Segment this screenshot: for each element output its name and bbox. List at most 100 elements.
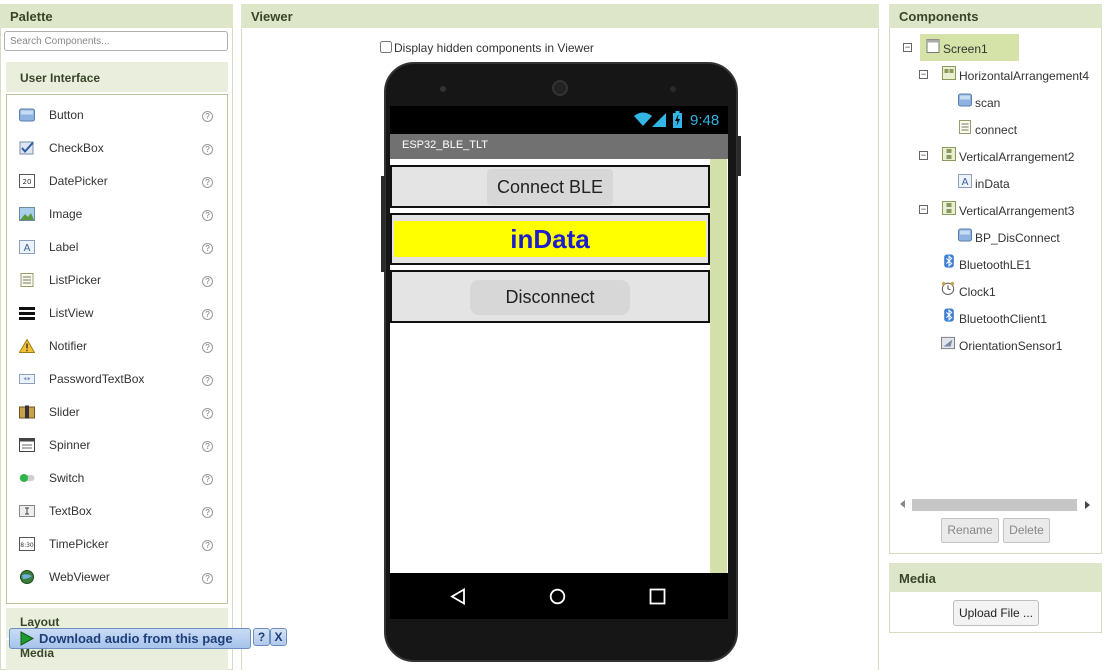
collapse-icon[interactable]: − [919,70,928,79]
hidden-components-checkbox[interactable] [380,41,392,53]
tree-item-bluetoothle1[interactable]: BluetoothLE1 [900,254,1100,276]
svg-text:20: 20 [23,178,32,186]
delete-label: Delete [1009,523,1044,537]
help-icon[interactable]: ? [202,342,213,353]
download-audio-bar[interactable]: Download audio from this page [9,628,251,649]
collapse-icon[interactable]: − [919,151,928,160]
download-audio-label: Download audio from this page [39,631,233,646]
disconnect-button[interactable]: Disconnect [470,280,630,315]
button-icon [958,93,972,107]
help-icon[interactable]: ? [202,573,213,584]
button-icon [958,228,972,242]
notifier-icon [19,339,35,353]
help-icon[interactable]: ? [202,243,213,254]
palette-item-webviewer[interactable]: WebViewer ? [7,560,227,593]
tree-item-verticalarrangement2[interactable]: − VerticalArrangement2 [900,146,1100,168]
palette-item-spinner[interactable]: Spinner ? [7,428,227,461]
recents-icon[interactable] [649,588,666,605]
help-icon[interactable]: ? [202,474,213,485]
palette-item-label: CheckBox [49,141,104,155]
components-hscrollbar[interactable] [898,498,1094,512]
tree-label: OrientationSensor1 [959,339,1063,353]
palette-item-datepicker[interactable]: 20 DatePicker ? [7,164,227,197]
rename-label: Rename [947,523,993,537]
collapse-icon[interactable]: − [919,205,928,214]
palette-item-image[interactable]: Image ? [7,197,227,230]
disconnect-label: Disconnect [505,287,595,307]
vertical-arrangement-disconnect[interactable]: Disconnect [390,270,710,323]
tree-item-horizontalarrangement4[interactable]: − HorizontalArrangement4 [900,65,1100,87]
download-help-button[interactable]: ? [253,628,270,646]
indata-label: inData [510,224,590,254]
rename-button[interactable]: Rename [941,518,999,543]
vertical-arrangement-indata[interactable]: inData [390,213,710,265]
palette-item-switch[interactable]: Switch ? [7,461,227,494]
help-icon[interactable]: ? [202,441,213,452]
palette-item-label: WebViewer [49,570,110,584]
svg-text:A: A [24,243,31,254]
back-icon[interactable] [450,588,466,605]
scroll-thumb[interactable] [912,499,1077,511]
help-icon[interactable]: ? [202,540,213,551]
signal-icon [652,113,666,127]
help-icon[interactable]: ? [202,375,213,386]
camera-icon [670,86,676,92]
tree-item-indata[interactable]: A inData [900,173,1100,195]
app-titlebar: ESP32_BLE_TLT [390,134,728,159]
tree-label: HorizontalArrangement4 [959,69,1090,83]
connect-ble-button[interactable]: Connect BLE [487,169,613,205]
scroll-right-icon[interactable] [1085,501,1090,509]
help-icon[interactable]: ? [202,309,213,320]
tree-item-clock1[interactable]: Clock1 [900,281,1100,303]
home-icon[interactable] [549,588,566,605]
tree-item-verticalarrangement3[interactable]: − VerticalArrangement3 [900,200,1100,222]
help-icon[interactable]: ? [202,276,213,287]
palette-item-label[interactable]: A Label ? [7,230,227,263]
search-components-input[interactable] [4,31,228,51]
slider-icon [19,405,35,419]
palette-item-label-text: Label [49,240,79,254]
tree-item-orientationsensor1[interactable]: OrientationSensor1 [900,335,1100,357]
palette-item-textbox[interactable]: TextBox ? [7,494,227,527]
help-icon[interactable]: ? [202,408,213,419]
tree-item-bp-disconnect[interactable]: BP_DisConnect [900,227,1100,249]
android-nav-bar [390,573,728,619]
section-user-interface[interactable]: User Interface [6,62,228,92]
palette-item-checkbox[interactable]: CheckBox ? [7,131,227,164]
collapse-icon[interactable]: − [903,43,912,52]
help-icon[interactable]: ? [202,144,213,155]
vertical-arrangement-icon [942,147,956,161]
palette-item-timepicker[interactable]: 8:30 TimePicker ? [7,527,227,560]
palette-item-listview[interactable]: ListView ? [7,296,227,329]
palette-item-button[interactable]: Button ? [7,98,227,131]
button-icon [19,108,35,122]
delete-button[interactable]: Delete [1003,518,1050,543]
help-icon[interactable]: ? [202,210,213,221]
bluetooth-icon [944,254,954,268]
horizontal-arrangement[interactable]: Connect BLE [390,165,710,208]
palette-list: Button ? CheckBox ? 20 DatePicker ? Imag… [6,94,228,604]
download-close-button[interactable]: X [270,628,287,646]
tree-item-connect[interactable]: connect [900,119,1100,141]
palette-item-passwordtextbox[interactable]: ** PasswordTextBox ? [7,362,227,395]
help-icon[interactable]: ? [202,111,213,122]
palette-item-notifier[interactable]: Notifier ? [7,329,227,362]
palette-item-listpicker[interactable]: ListPicker ? [7,263,227,296]
tree-label: VerticalArrangement2 [959,150,1075,164]
listpicker-icon [20,273,34,287]
tree-item-screen1[interactable]: − Screen1 [900,34,1100,61]
help-icon[interactable]: ? [202,177,213,188]
sensor-icon [440,86,446,92]
tree-item-scan[interactable]: scan [900,92,1100,114]
phone-side-button-right [737,136,741,176]
screen-scroll-strip [710,159,727,573]
battery-icon [673,111,682,128]
upload-file-button[interactable]: Upload File ... [953,600,1039,626]
image-icon [19,207,35,221]
palette-item-slider[interactable]: Slider ? [7,395,227,428]
scroll-left-icon[interactable] [900,500,905,508]
help-icon[interactable]: ? [202,507,213,518]
phone-side-button-left [381,176,385,272]
connect-ble-label: Connect BLE [496,177,604,197]
tree-item-bluetoothclient1[interactable]: BluetoothClient1 [900,308,1100,330]
